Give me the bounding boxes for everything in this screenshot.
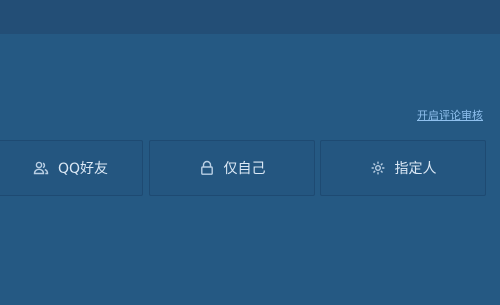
gear-icon	[370, 160, 386, 176]
option-specified-people[interactable]: 指定人	[320, 140, 486, 196]
option-only-me[interactable]: 仅自己	[149, 140, 315, 196]
lock-icon	[199, 160, 215, 176]
top-strip	[0, 0, 500, 34]
option-label: QQ好友	[57, 161, 109, 177]
users-icon	[33, 160, 49, 176]
option-qq-friends[interactable]: QQ好友	[0, 140, 143, 196]
enable-comment-review-link[interactable]: 开启评论审核	[417, 107, 483, 123]
option-label: 指定人	[394, 161, 437, 177]
option-label: 仅自己	[223, 161, 266, 177]
